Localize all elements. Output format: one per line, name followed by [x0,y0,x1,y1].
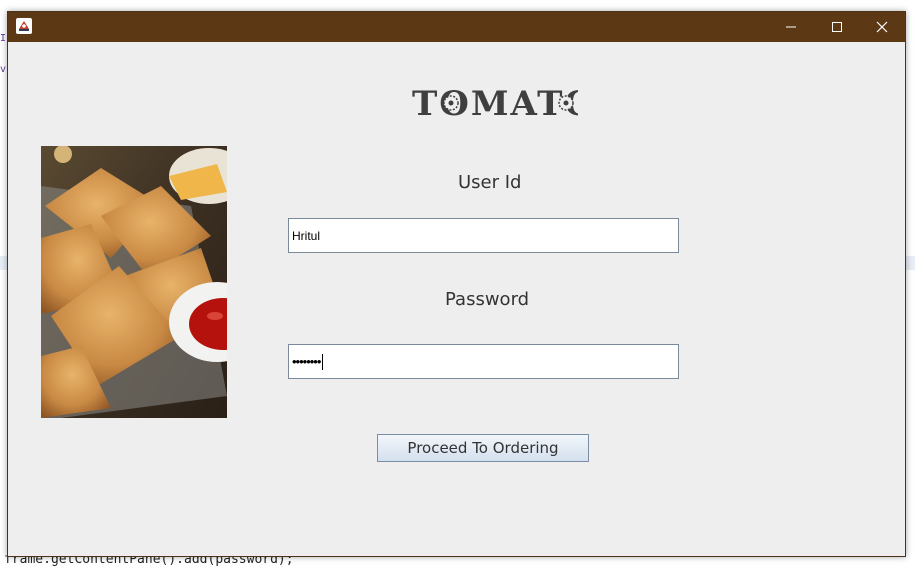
tomato-logo: TOMATO [412,84,578,122]
close-button[interactable] [859,12,905,42]
window-titlebar[interactable] [8,12,905,42]
user-id-value: Hritul [292,228,321,243]
text-caret [322,353,324,370]
login-window: TOMATO User Id Hritul Password •••••••• … [7,11,906,557]
password-label: Password [445,289,530,310]
minimize-button[interactable] [768,12,814,42]
minimize-icon [786,26,796,28]
maximize-button[interactable] [814,12,860,42]
java-app-icon [16,18,32,34]
password-value: •••••••• [292,354,321,369]
editor-gutter-mark: I [0,33,7,44]
logo-text: TOMATO [412,84,578,122]
close-icon [876,21,888,33]
password-input[interactable]: •••••••• [288,344,679,379]
user-id-input[interactable]: Hritul [288,218,679,253]
user-id-label: User Id [458,172,522,193]
maximize-icon [832,22,842,32]
proceed-to-ordering-button[interactable]: Proceed To Ordering [377,434,589,462]
editor-gutter-mark: v [0,64,7,75]
samosa-photo [41,146,227,418]
